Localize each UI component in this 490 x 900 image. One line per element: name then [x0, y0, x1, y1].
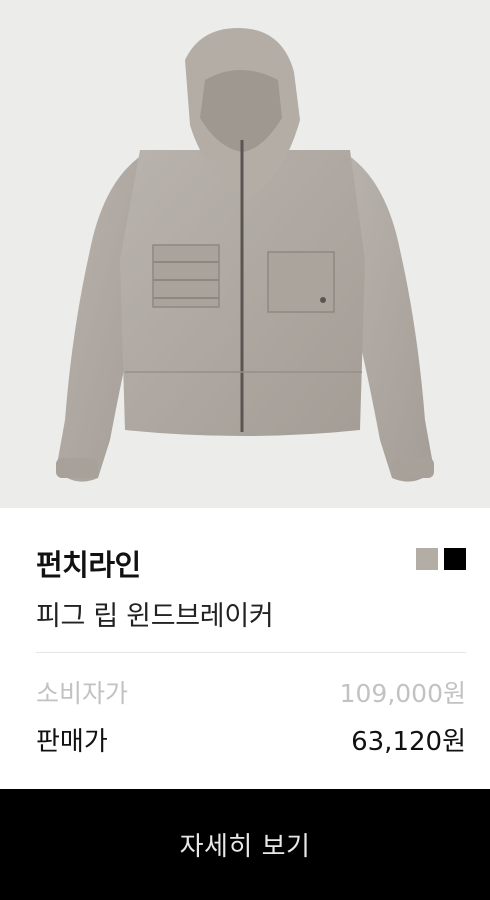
brand-name[interactable]: 펀치라인	[36, 542, 141, 584]
sale-price-row: 판매가 63,120원	[36, 721, 466, 757]
color-swatch-gray[interactable]	[416, 548, 438, 570]
product-image[interactable]	[0, 0, 490, 508]
jacket-illustration	[56, 28, 434, 482]
product-name[interactable]: 피그 립 윈드브레이커	[36, 594, 274, 633]
sale-price-label: 판매가	[36, 727, 108, 757]
color-swatch-black[interactable]	[444, 548, 466, 570]
sale-price-value: 63,120원	[351, 727, 466, 757]
view-details-label: 자세히 보기	[179, 832, 311, 862]
view-details-button[interactable]: 자세히 보기	[0, 789, 490, 900]
retail-price-row: 소비자가 109,000원	[36, 674, 466, 710]
divider	[36, 652, 466, 653]
retail-price-label: 소비자가	[36, 679, 129, 708]
retail-price-value: 109,000원	[339, 679, 466, 708]
product-card: 펀치라인 피그 립 윈드브레이커 소비자가 109,000원 판매가 63,12…	[0, 0, 490, 900]
color-swatches	[416, 548, 466, 570]
